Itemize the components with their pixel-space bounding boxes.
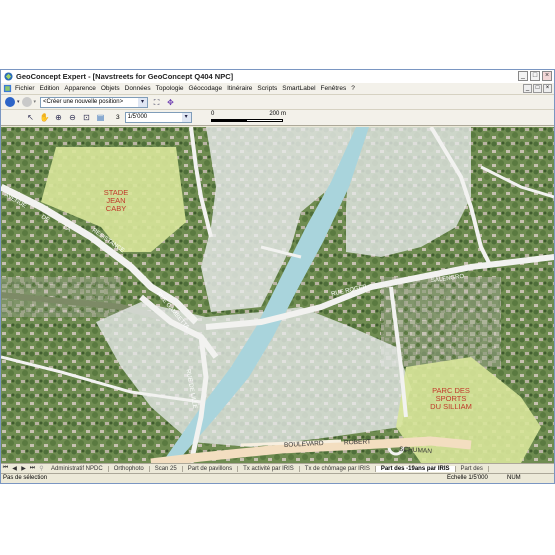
close-button[interactable]: ×: [542, 71, 552, 81]
forward-button[interactable]: [21, 97, 32, 107]
tab-next-icon[interactable]: ▶: [19, 465, 28, 472]
app-icon: [4, 72, 13, 81]
zoom-window-icon[interactable]: ⊡: [81, 112, 92, 123]
menu-objets[interactable]: Objets: [101, 85, 120, 92]
scale-select[interactable]: 1/5'000 ▾: [124, 112, 192, 123]
tools-toolbar: ↖ ✋ ⊕ ⊖ ⊡ ▤ 3 1/5'000 ▾ 0 200 m: [1, 110, 554, 126]
tab-activite[interactable]: Tx activité par IRIS: [238, 465, 300, 472]
scale-bar-start: 0: [211, 111, 215, 117]
label-robert: ROBERT: [343, 438, 372, 447]
doc-close-button[interactable]: ×: [543, 84, 552, 93]
label-parc-text: PARC DES SPORTS DU SILLIAM: [430, 386, 472, 411]
tab-last-icon[interactable]: ⏭: [28, 465, 37, 472]
pin-icon[interactable]: ⚲: [37, 465, 46, 472]
map-canvas[interactable]: STADE JEAN CABY PARC DES SPORTS DU SILLI…: [1, 127, 554, 463]
menu-fenetres[interactable]: Fenêtres: [321, 85, 347, 92]
menu-bar: Fichier Edition Apparence Objets Données…: [1, 83, 554, 95]
doc-minimize-button[interactable]: _: [523, 84, 532, 93]
chevron-down-icon: ▾: [138, 97, 148, 107]
back-button[interactable]: [5, 97, 15, 107]
tab-chomage[interactable]: Tx de chômage par IRIS: [300, 465, 376, 472]
numlock-status: NUM: [507, 475, 521, 481]
scale-bar-end: 200 m: [269, 111, 286, 117]
menu-itineraire[interactable]: Itinéraire: [227, 85, 252, 92]
fit-view-icon[interactable]: ⛶: [151, 97, 162, 108]
tab-first-icon[interactable]: ⏮: [1, 465, 10, 472]
menu-topologie[interactable]: Topologie: [156, 85, 184, 92]
layer-tabs: ⏮ ◀ ▶ ⏭ ⚲ Administratif NPDC Orthophoto …: [1, 463, 554, 473]
menu-scripts[interactable]: Scripts: [257, 85, 277, 92]
menu-help[interactable]: ?: [351, 85, 355, 92]
maximize-button[interactable]: □: [530, 71, 540, 81]
tab-administratif[interactable]: Administratif NPDC: [46, 465, 109, 472]
tab-prev-icon[interactable]: ◀: [10, 465, 19, 472]
menu-fichier[interactable]: Fichier: [15, 85, 35, 92]
map-drawing: [1, 127, 554, 463]
label-parc: PARC DES SPORTS DU SILLIAM: [416, 387, 486, 411]
menu-apparence[interactable]: Apparence: [64, 85, 95, 92]
pan-tool-icon[interactable]: ✋: [39, 112, 50, 123]
zoom-out-icon[interactable]: ⊖: [67, 112, 78, 123]
scale-select-value: 1/5'000: [127, 114, 148, 120]
navigation-toolbar: ▾ ▾ <Créer une nouvelle position> ▾ ⛶ ✥: [1, 95, 554, 110]
status-bar: Pas de sélection Echelle 1/5'000 NUM: [1, 473, 554, 483]
layers-icon[interactable]: ▤: [95, 112, 106, 123]
label-stade: STADE JEAN CABY: [86, 189, 146, 213]
position-select[interactable]: <Créer une nouvelle position> ▾: [40, 96, 149, 108]
back-dropdown-icon[interactable]: ▾: [17, 99, 20, 105]
move-icon[interactable]: ✥: [165, 97, 176, 108]
app-window: GeoConcept Expert - [Navstreets for GeoC…: [0, 69, 555, 484]
title-bar: GeoConcept Expert - [Navstreets for GeoC…: [1, 70, 554, 83]
selection-status: Pas de sélection: [3, 475, 48, 481]
tab-pavillons[interactable]: Part de pavillons: [183, 465, 239, 472]
menu-edition[interactable]: Edition: [40, 85, 60, 92]
position-select-value: <Créer une nouvelle position>: [43, 98, 124, 105]
tab-orthophoto[interactable]: Orthophoto: [109, 465, 150, 472]
layer-number: 3: [116, 114, 120, 121]
menu-geocodage[interactable]: Géocodage: [189, 85, 223, 92]
zoom-in-icon[interactable]: ⊕: [53, 112, 64, 123]
document-icon: [3, 84, 12, 93]
tab-scan25[interactable]: Scan 25: [150, 465, 183, 472]
minimize-button[interactable]: _: [518, 71, 528, 81]
select-tool-icon[interactable]: ↖: [25, 112, 36, 123]
window-title: GeoConcept Expert - [Navstreets for GeoC…: [16, 72, 234, 81]
label-stade-text: STADE JEAN CABY: [103, 188, 129, 213]
chevron-down-icon: ▾: [181, 113, 191, 122]
doc-restore-button[interactable]: □: [533, 84, 542, 93]
menu-donnees[interactable]: Données: [125, 85, 151, 92]
scale-bar: 0 200 m: [211, 111, 286, 125]
scale-bar-graphic: [211, 119, 283, 122]
tab-part-des[interactable]: Part des: [456, 465, 489, 472]
tab-moins-19ans[interactable]: Part des -19ans par IRIS: [375, 465, 456, 472]
menu-smartlabel[interactable]: SmartLabel: [282, 85, 315, 92]
scale-status: Echelle 1/5'000: [447, 475, 488, 481]
forward-dropdown-icon[interactable]: ▾: [34, 99, 37, 105]
